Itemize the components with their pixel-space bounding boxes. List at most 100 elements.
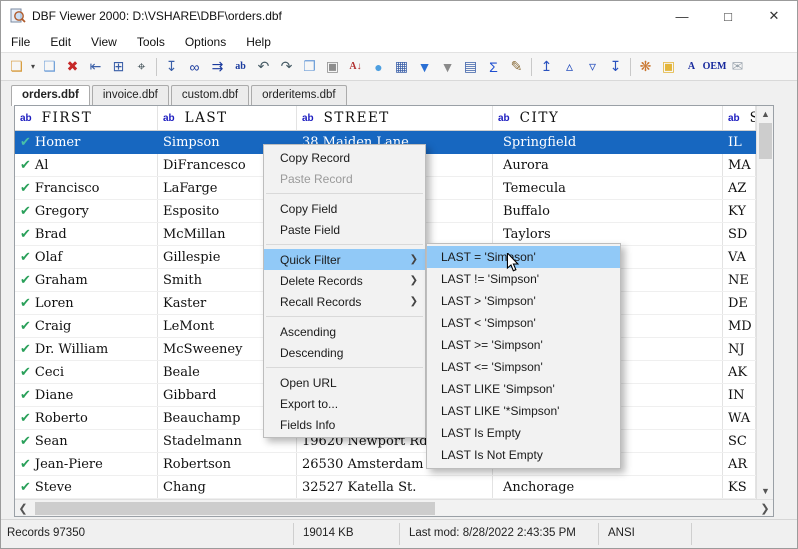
cell-first[interactable]: ✔ Al: [15, 154, 158, 176]
cell-state[interactable]: AR: [723, 453, 756, 475]
quick-filter-item-last-simpson[interactable]: LAST = 'Simpson': [427, 246, 620, 268]
cell-first[interactable]: ✔ Craig: [15, 315, 158, 337]
cell-state[interactable]: IN: [723, 384, 756, 406]
context-menu-item-fields-info[interactable]: Fields Info: [264, 414, 425, 435]
cell-first[interactable]: ✔ Dr. William: [15, 338, 158, 360]
vertical-scroll-thumb[interactable]: [759, 123, 772, 159]
new-file-icon[interactable]: ❑: [38, 56, 61, 78]
table-row[interactable]: ✔ Steve Chang 32527 Katella St. Anchorage KS: [15, 476, 756, 499]
context-menu-item-quick-filter[interactable]: Quick Filter ❯: [264, 249, 425, 270]
cell-state[interactable]: IL: [723, 131, 756, 153]
context-menu-item-ascending[interactable]: Ascending: [264, 321, 425, 342]
cell-city[interactable]: Temecula: [493, 177, 723, 199]
first-record-icon[interactable]: ↥: [535, 56, 558, 78]
scroll-up-icon[interactable]: ▲: [757, 106, 774, 122]
cell-city[interactable]: Anchorage: [493, 476, 723, 498]
context-menu-item-recall-records[interactable]: Recall Records ❯: [264, 291, 425, 312]
menu-file[interactable]: File: [1, 35, 40, 49]
cell-last[interactable]: Robertson: [158, 453, 297, 475]
cell-state[interactable]: AK: [723, 361, 756, 383]
cell-first[interactable]: ✔ Graham: [15, 269, 158, 291]
menu-tools[interactable]: Tools: [127, 35, 175, 49]
cell-state[interactable]: VA: [723, 246, 756, 268]
quick-filter-item-last-simpson[interactable]: LAST <= 'Simpson': [427, 356, 620, 378]
cell-first[interactable]: ✔ Francisco: [15, 177, 158, 199]
table-row[interactable]: ✔ Jean-Piere Robertson 26530 Amsterdam A AR: [15, 453, 756, 476]
cell-state[interactable]: MD: [723, 315, 756, 337]
goto-record-icon[interactable]: ⇤: [84, 56, 107, 78]
cell-first[interactable]: ✔ Ceci: [15, 361, 158, 383]
cell-first[interactable]: ✔ Homer: [15, 131, 158, 153]
delete-record-icon[interactable]: ✖: [61, 56, 84, 78]
find-next-icon[interactable]: ⇉: [206, 56, 229, 78]
minimize-button[interactable]: —: [659, 1, 705, 31]
cell-first[interactable]: ✔ Loren: [15, 292, 158, 314]
oem-icon[interactable]: OEM: [703, 56, 727, 78]
maximize-button[interactable]: □: [705, 1, 751, 31]
color-palette-icon[interactable]: ❋: [634, 56, 657, 78]
highlight-icon[interactable]: ▣: [657, 56, 680, 78]
clear-filter-icon[interactable]: ▼: [436, 56, 459, 78]
cell-state[interactable]: KS: [723, 476, 756, 498]
undo-icon[interactable]: ↶: [252, 56, 275, 78]
tab-invoice-dbf[interactable]: invoice.dbf: [91, 85, 169, 105]
cell-first[interactable]: ✔ Gregory: [15, 200, 158, 222]
context-menu-item-copy-field[interactable]: Copy Field: [264, 198, 425, 219]
quick-filter-item-last-simpson[interactable]: LAST != 'Simpson': [427, 268, 620, 290]
next-record-icon[interactable]: ▿: [581, 56, 604, 78]
cell-state[interactable]: NJ: [723, 338, 756, 360]
cell-first[interactable]: ✔ Brad: [15, 223, 158, 245]
save-append-icon[interactable]: ↧: [160, 56, 183, 78]
structure-icon[interactable]: ⊞: [107, 56, 130, 78]
context-menu-item-delete-records[interactable]: Delete Records ❯: [264, 270, 425, 291]
cell-city[interactable]: Taylors: [493, 223, 723, 245]
column-header-street[interactable]: ab STREET: [297, 106, 493, 130]
cell-state[interactable]: MA: [723, 154, 756, 176]
cell-first[interactable]: ✔ Jean-Piere: [15, 453, 158, 475]
menu-edit[interactable]: Edit: [40, 35, 81, 49]
pack-icon[interactable]: ✎: [505, 56, 528, 78]
set-filter-icon[interactable]: ▼: [413, 56, 436, 78]
context-menu-item-export-to[interactable]: Export to...: [264, 393, 425, 414]
cell-state[interactable]: AZ: [723, 177, 756, 199]
cell-first[interactable]: ✔ Roberto: [15, 407, 158, 429]
horizontal-scroll-thumb[interactable]: [35, 502, 435, 515]
cell-first[interactable]: ✔ Steve: [15, 476, 158, 498]
prev-record-icon[interactable]: ▵: [558, 56, 581, 78]
context-menu-item-descending[interactable]: Descending: [264, 342, 425, 363]
context-menu-item-open-url[interactable]: Open URL: [264, 372, 425, 393]
context-menu-item-copy-record[interactable]: Copy Record: [264, 147, 425, 168]
cell-state[interactable]: KY: [723, 200, 756, 222]
filter-grid-icon[interactable]: ▦: [390, 56, 413, 78]
tab-orders-dbf[interactable]: orders.dbf: [11, 85, 90, 106]
scroll-right-icon[interactable]: ❯: [757, 500, 773, 517]
export-mail-icon[interactable]: ✉: [726, 56, 749, 78]
tab-custom-dbf[interactable]: custom.dbf: [170, 85, 250, 105]
find-icon[interactable]: ∞: [183, 56, 206, 78]
paste-icon[interactable]: ▣: [321, 56, 344, 78]
column-header-first[interactable]: ab FIRST: [15, 106, 158, 130]
cell-city[interactable]: Aurora: [493, 154, 723, 176]
scroll-down-icon[interactable]: ▼: [757, 483, 774, 499]
quick-filter-item-last-simpson[interactable]: LAST > 'Simpson': [427, 290, 620, 312]
column-header-s[interactable]: abS: [723, 106, 756, 130]
cell-last[interactable]: Chang: [158, 476, 297, 498]
cell-state[interactable]: DE: [723, 292, 756, 314]
cell-state[interactable]: SC: [723, 430, 756, 452]
tab-orderitems-dbf[interactable]: orderitems.dbf: [251, 85, 347, 105]
font-icon[interactable]: A: [680, 56, 703, 78]
quick-filter-item-last-simpson[interactable]: LAST >= 'Simpson': [427, 334, 620, 356]
cell-state[interactable]: SD: [723, 223, 756, 245]
cell-state[interactable]: WA: [723, 407, 756, 429]
menu-options[interactable]: Options: [175, 35, 236, 49]
cell-first[interactable]: ✔ Olaf: [15, 246, 158, 268]
column-header-city[interactable]: ab CITY: [493, 106, 723, 130]
column-header-last[interactable]: ab LAST: [158, 106, 297, 130]
menu-help[interactable]: Help: [236, 35, 281, 49]
comment-icon[interactable]: ●: [367, 56, 390, 78]
copy-icon[interactable]: ❐: [298, 56, 321, 78]
cell-city[interactable]: Springfield: [493, 131, 723, 153]
zoom-icon[interactable]: ⌖: [130, 56, 153, 78]
horizontal-scrollbar[interactable]: ❮ ❯: [15, 499, 773, 516]
replace-icon[interactable]: ab: [229, 56, 252, 78]
